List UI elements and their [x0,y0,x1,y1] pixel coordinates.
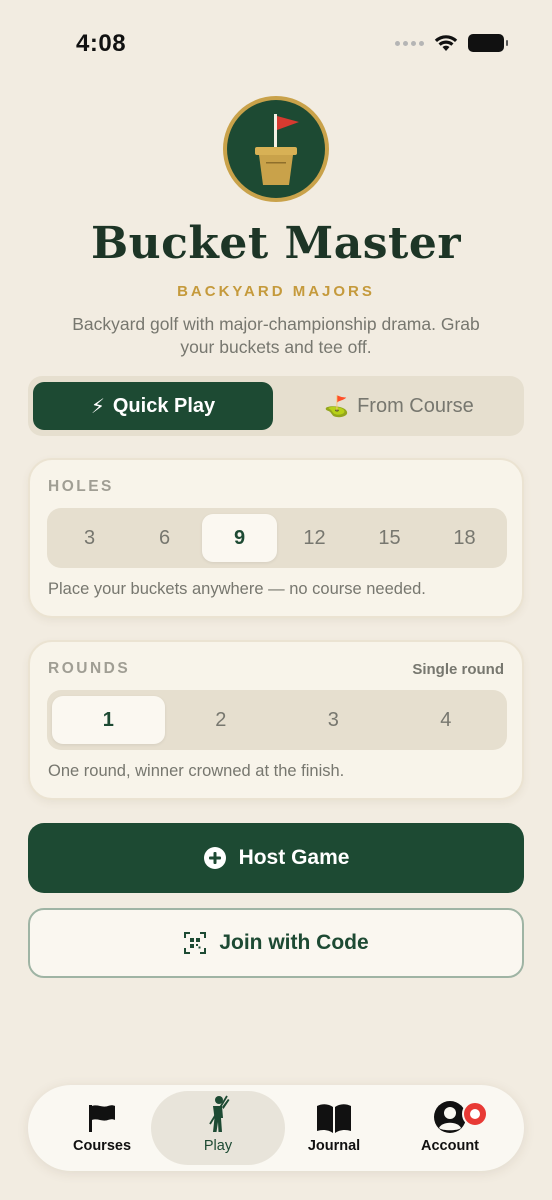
tab-courses-label: Courses [72,1138,132,1154]
app-tagline: Backyard golf with major-championship dr… [72,314,480,357]
notification-badge [462,1101,488,1127]
tab-bar: Courses Play Journal Account [28,1085,524,1171]
wifi-icon [434,35,458,51]
tab-account-label: Account [421,1138,479,1154]
rounds-label: ROUNDS [48,660,131,677]
holes-option-selected[interactable]: 9 [202,514,277,562]
tab-play[interactable]: Play [151,1091,285,1165]
flag-icon [89,1105,115,1132]
golfer-icon [209,1095,230,1132]
app-title: Bucket Master [90,218,462,269]
tab-courses[interactable]: Courses [44,1091,160,1165]
holes-option[interactable]: 3 [52,514,127,562]
rounds-selector: 1 2 3 4 [47,690,507,750]
bucket-logo-icon [223,96,329,202]
join-with-code-button[interactable]: Join with Code [28,908,524,978]
from-course-label: From Course [357,394,474,417]
lightning-icon: ⚡ [90,395,105,418]
rounds-summary: Single round [412,661,504,678]
plus-circle-icon [203,847,226,869]
tab-play-label: Play [203,1138,233,1154]
tab-journal[interactable]: Journal [276,1091,392,1165]
status-time: 4:08 [76,30,127,57]
golf-flag-emoji-icon: ⛳ [324,395,350,418]
cellular-signal-icon [395,40,424,46]
qr-scan-icon [184,932,207,954]
rounds-option[interactable]: 3 [277,696,390,744]
holes-selector: 3 6 9 12 15 18 [47,508,507,568]
holes-option[interactable]: 18 [427,514,502,562]
rounds-option[interactable]: 2 [165,696,278,744]
rounds-hint: One round, winner crowned at the finish. [48,762,345,780]
holes-option[interactable]: 6 [127,514,202,562]
holes-card: HOLES 3 6 9 12 15 18 Place your buckets … [28,458,524,618]
holes-label: HOLES [48,478,114,495]
mode-toggle: ⚡ Quick Play ⛳ From Course [28,376,524,436]
join-with-code-label: Join with Code [219,931,369,954]
rounds-option[interactable]: 4 [390,696,503,744]
host-game-button[interactable]: Host Game [28,823,524,893]
host-game-label: Host Game [238,846,350,869]
tab-journal-label: Journal [307,1138,361,1154]
holes-option[interactable]: 15 [352,514,427,562]
from-course-button[interactable]: ⛳ From Course [279,382,519,430]
book-icon [317,1104,351,1133]
app-subtitle: BACKYARD MAJORS [177,283,375,300]
rounds-option-selected[interactable]: 1 [52,696,165,744]
status-icons [395,34,508,52]
status-bar: 4:08 [0,0,552,90]
holes-option[interactable]: 12 [277,514,352,562]
tab-account[interactable]: Account [392,1091,508,1165]
quick-play-button[interactable]: ⚡ Quick Play [33,382,273,430]
holes-hint: Place your buckets anywhere — no course … [48,580,426,598]
quick-play-label: Quick Play [112,394,216,417]
battery-icon [468,34,508,52]
rounds-card: ROUNDS Single round 1 2 3 4 One round, w… [28,640,524,800]
